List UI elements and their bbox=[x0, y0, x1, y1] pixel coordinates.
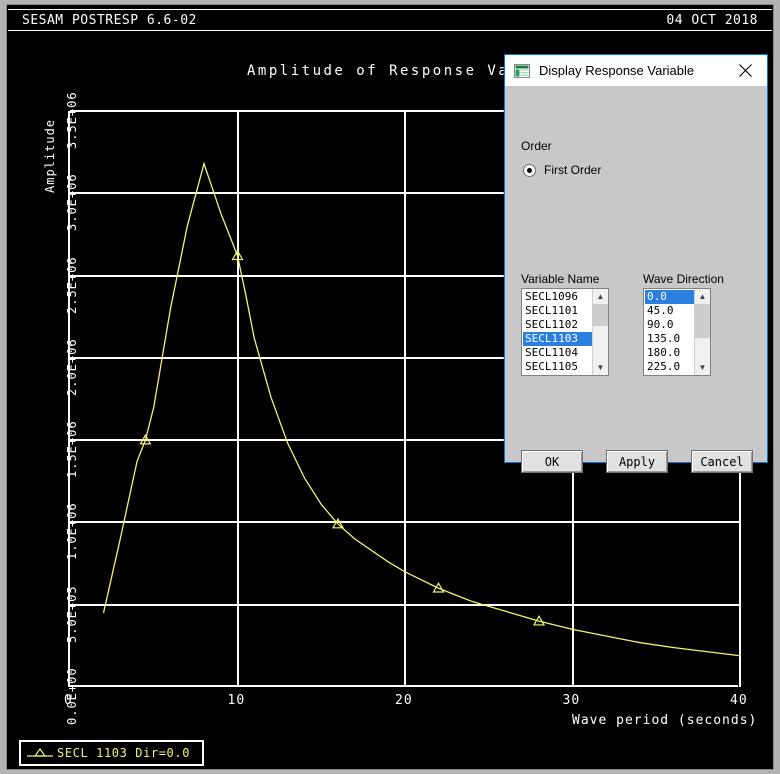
y-tick-label: 3.5E+06 bbox=[65, 91, 79, 149]
x-tick-label: 40 bbox=[730, 693, 748, 708]
variable-name-label: Variable Name bbox=[521, 272, 600, 286]
y-tick-label: 3.0E+06 bbox=[65, 173, 79, 232]
list-item[interactable]: SECL1104 bbox=[523, 346, 592, 360]
list-item[interactable]: SECL1102 bbox=[523, 318, 592, 332]
x-tick-label: 30 bbox=[562, 693, 581, 708]
app-date: 04 OCT 2018 bbox=[666, 13, 758, 28]
y-tick-label: 1.0E+06 bbox=[65, 502, 79, 561]
list-item[interactable]: 180.0 bbox=[645, 346, 694, 360]
list-item[interactable]: 135.0 bbox=[645, 332, 694, 346]
screen: SESAM POSTRESP 6.6-02 04 OCT 2018 Amplit… bbox=[0, 0, 780, 774]
variable-name-items[interactable]: SECL1096 SECL1101 SECL1102 SECL1103 SECL1104… bbox=[522, 289, 592, 375]
variable-name-scrollbar[interactable]: ▲ ▼ bbox=[592, 289, 608, 375]
y-tick-label: 2.0E+06 bbox=[65, 338, 79, 396]
list-item[interactable]: 225.0 bbox=[645, 360, 694, 374]
dialog-title: Display Response Variable bbox=[539, 63, 695, 78]
list-item[interactable]: SECL1105 bbox=[523, 360, 592, 374]
variable-name-listbox[interactable]: SECL1096 SECL1101 SECL1102 SECL1103 SECL1104… bbox=[521, 288, 609, 376]
x-axis-title: Wave period (seconds) bbox=[572, 713, 758, 728]
app-titlebar: SESAM POSTRESP 6.6-02 04 OCT 2018 bbox=[8, 9, 772, 31]
scroll-up-icon[interactable]: ▲ bbox=[593, 289, 608, 304]
first-order-radio-label: First Order bbox=[544, 163, 602, 177]
list-item[interactable]: 45.0 bbox=[645, 304, 694, 318]
legend-label: SECL 1103 Dir=0.0 bbox=[57, 746, 191, 760]
legend-marker-icon bbox=[27, 747, 53, 757]
x-tick-label: 10 bbox=[227, 693, 246, 708]
dialog-body: Order First Order Variable Name Wave Dir… bbox=[505, 86, 767, 473]
y-tick-label: 1.5E+06 bbox=[65, 420, 79, 479]
window-icon bbox=[514, 63, 530, 78]
list-item[interactable]: SECL1101 bbox=[523, 304, 592, 318]
wave-direction-listbox[interactable]: 0.0 45.0 90.0 135.0 180.0 225.0 ▲ ▼ bbox=[643, 288, 711, 376]
scroll-up-icon[interactable]: ▲ bbox=[695, 289, 710, 304]
y-tick-label: 5.0E+05 bbox=[65, 585, 79, 643]
scroll-thumb[interactable] bbox=[593, 304, 608, 326]
x-tick-label: 0 bbox=[64, 693, 73, 708]
scroll-down-icon[interactable]: ▼ bbox=[593, 360, 608, 375]
chart-title: Amplitude of Response Vario bbox=[247, 63, 543, 79]
display-response-variable-dialog: Display Response Variable Order First Or… bbox=[504, 54, 768, 473]
list-item[interactable]: 0.0 bbox=[645, 290, 694, 304]
close-button[interactable] bbox=[723, 55, 767, 86]
scroll-down-icon[interactable]: ▼ bbox=[695, 360, 710, 375]
app-title: SESAM POSTRESP 6.6-02 bbox=[22, 13, 197, 28]
x-tick-label: 20 bbox=[395, 693, 413, 708]
first-order-radio[interactable]: First Order bbox=[523, 163, 601, 177]
y-axis-title: Amplitude bbox=[43, 118, 57, 193]
scroll-thumb[interactable] bbox=[695, 304, 710, 338]
order-group-label: Order bbox=[521, 139, 552, 153]
y-tick-label: 2.5E+06 bbox=[65, 255, 79, 314]
apply-button[interactable]: Apply bbox=[606, 450, 668, 473]
list-item[interactable]: SECL1103 bbox=[523, 332, 592, 346]
wave-direction-label: Wave Direction bbox=[643, 272, 724, 286]
chart-legend: SECL 1103 Dir=0.0 bbox=[19, 740, 204, 766]
cancel-button[interactable]: Cancel bbox=[691, 450, 753, 473]
dialog-titlebar[interactable]: Display Response Variable bbox=[505, 55, 767, 86]
wave-direction-scrollbar[interactable]: ▲ ▼ bbox=[694, 289, 710, 375]
scroll-track[interactable] bbox=[593, 304, 608, 360]
list-item[interactable]: 90.0 bbox=[645, 318, 694, 332]
radio-selected-icon bbox=[523, 163, 536, 177]
scroll-track[interactable] bbox=[695, 304, 710, 360]
close-icon bbox=[738, 64, 752, 77]
list-item[interactable]: SECL1096 bbox=[523, 290, 592, 304]
ok-button[interactable]: OK bbox=[521, 450, 583, 473]
wave-direction-items[interactable]: 0.0 45.0 90.0 135.0 180.0 225.0 bbox=[644, 289, 694, 375]
